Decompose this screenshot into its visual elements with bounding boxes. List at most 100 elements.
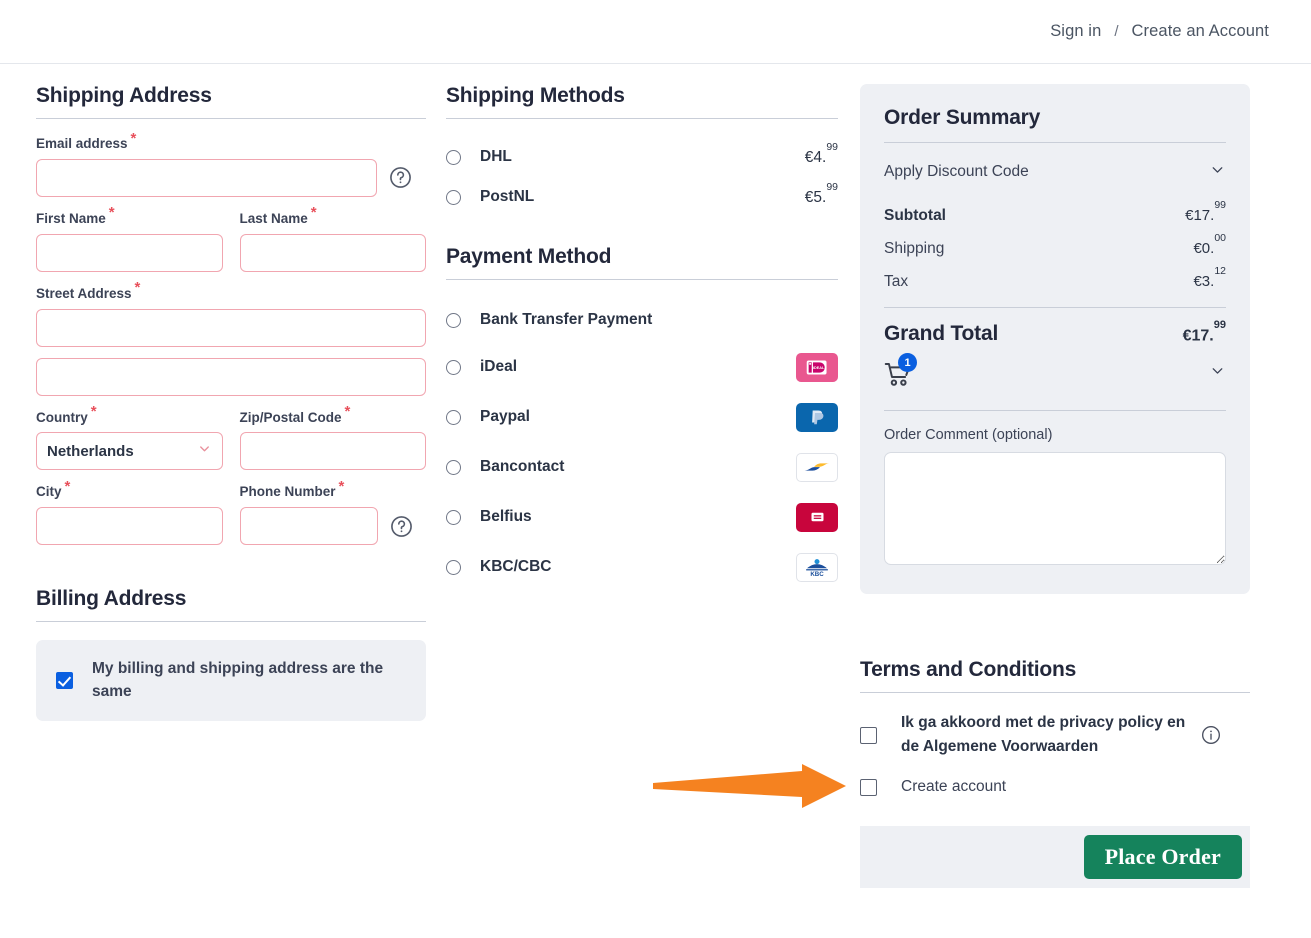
shipping-option-postnl[interactable]: PostNL €5.99 bbox=[446, 177, 838, 217]
email-field-group: Email address* bbox=[36, 137, 426, 197]
country-label: Country* bbox=[36, 411, 223, 426]
order-summary-column: Order Summary Apply Discount Code Subtot… bbox=[860, 84, 1250, 594]
last-name-input[interactable] bbox=[240, 234, 427, 272]
shipping-label: Shipping bbox=[884, 240, 944, 258]
grand-total-row: Grand Total €17.99 bbox=[884, 322, 1226, 346]
payment-option-bank-transfer-radio[interactable] bbox=[446, 313, 461, 328]
dhl-price-cents: 99 bbox=[826, 141, 838, 153]
city-input[interactable] bbox=[36, 507, 223, 545]
shipping-option-dhl[interactable]: DHL €4.99 bbox=[446, 137, 838, 177]
payment-option-ideal-radio[interactable] bbox=[446, 360, 461, 375]
last-name-required-star: * bbox=[311, 204, 317, 221]
phone-label: Phone Number* bbox=[240, 485, 427, 500]
country-zip-row: Country* Netherlands Zip/Postal Code* bbox=[36, 411, 426, 471]
email-help-question-circle-icon[interactable] bbox=[389, 166, 412, 189]
bancontact-logo-icon bbox=[796, 453, 838, 482]
billing-same-label: My billing and shipping address are the … bbox=[92, 657, 397, 704]
cart-chevron-down-icon[interactable] bbox=[1209, 362, 1226, 384]
zip-label: Zip/Postal Code* bbox=[240, 411, 427, 426]
apply-discount-chevron-down-icon[interactable] bbox=[1209, 161, 1226, 183]
street-address-label: Street Address* bbox=[36, 287, 426, 302]
first-name-required-star: * bbox=[109, 204, 115, 221]
grand-total-amount: €17.99 bbox=[1183, 325, 1226, 345]
dhl-price-main: €4. bbox=[805, 149, 827, 166]
subtotal-label: Subtotal bbox=[884, 207, 946, 225]
tax-label: Tax bbox=[884, 273, 908, 291]
country-select[interactable]: Netherlands bbox=[36, 432, 223, 470]
create-account-row[interactable]: Create account bbox=[860, 778, 1250, 796]
place-order-button[interactable]: Place Order bbox=[1084, 835, 1242, 879]
sign-in-link[interactable]: Sign in bbox=[1050, 22, 1101, 41]
create-account-label: Create account bbox=[901, 778, 1250, 796]
payment-option-paypal-label: Paypal bbox=[480, 408, 796, 426]
first-name-label: First Name* bbox=[36, 212, 223, 227]
apply-discount-code-row[interactable]: Apply Discount Code bbox=[884, 161, 1226, 183]
create-an-account-link[interactable]: Create an Account bbox=[1132, 22, 1269, 41]
payment-option-kbc-cbc[interactable]: KBC/CBC KBC bbox=[446, 542, 838, 592]
payment-option-kbc-cbc-radio[interactable] bbox=[446, 560, 461, 575]
payment-option-bank-transfer[interactable]: Bank Transfer Payment bbox=[446, 298, 838, 342]
first-name-field-group: First Name* bbox=[36, 212, 223, 272]
payment-option-ideal[interactable]: iDeal iDEAL bbox=[446, 342, 838, 392]
grand-total-label: Grand Total bbox=[884, 322, 998, 346]
tax-amount: €3.12 bbox=[1193, 271, 1226, 290]
grand-total-amount-cents: 99 bbox=[1214, 319, 1226, 331]
paypal-logo-icon bbox=[796, 403, 838, 432]
last-name-label: Last Name* bbox=[240, 212, 427, 227]
phone-field-group: Phone Number* bbox=[240, 485, 427, 545]
email-input[interactable] bbox=[36, 159, 377, 197]
shipping-option-dhl-radio[interactable] bbox=[446, 150, 461, 165]
payment-option-belfius-radio[interactable] bbox=[446, 510, 461, 525]
terms-agree-row[interactable]: Ik ga akkoord met de privacy policy en d… bbox=[860, 711, 1250, 759]
phone-label-text: Phone Number bbox=[240, 484, 336, 499]
cart-items-toggle-row[interactable]: 1 bbox=[884, 354, 1226, 392]
zip-label-text: Zip/Postal Code bbox=[240, 410, 342, 425]
payment-option-paypal[interactable]: Paypal bbox=[446, 392, 838, 442]
email-label-text: Email address bbox=[36, 136, 128, 151]
summary-line-tax: Tax €3.12 bbox=[884, 271, 1226, 291]
shipping-option-postnl-radio[interactable] bbox=[446, 190, 461, 205]
cart-item-count-badge: 1 bbox=[898, 353, 917, 372]
payment-option-bancontact[interactable]: Bancontact bbox=[446, 442, 838, 492]
shipping-address-title: Shipping Address bbox=[36, 84, 426, 118]
apply-discount-code-label: Apply Discount Code bbox=[884, 163, 1029, 181]
billing-same-as-shipping-row[interactable]: My billing and shipping address are the … bbox=[36, 640, 426, 721]
terms-and-conditions-title: Terms and Conditions bbox=[860, 658, 1250, 692]
payment-option-belfius[interactable]: Belfius bbox=[446, 492, 838, 542]
first-name-input[interactable] bbox=[36, 234, 223, 272]
payment-option-bancontact-radio[interactable] bbox=[446, 460, 461, 475]
terms-and-conditions-section: Terms and Conditions Ik ga akkoord met d… bbox=[860, 658, 1250, 796]
shipping-address-divider bbox=[36, 118, 426, 119]
order-comment-textarea[interactable] bbox=[884, 452, 1226, 565]
terms-info-circle-icon[interactable] bbox=[1201, 725, 1221, 745]
postnl-price-cents: 99 bbox=[826, 181, 838, 193]
cart-icon-wrap[interactable]: 1 bbox=[884, 354, 924, 392]
order-summary-panel: Order Summary Apply Discount Code Subtot… bbox=[860, 84, 1250, 594]
terms-agree-checkbox[interactable] bbox=[860, 727, 877, 744]
zip-required-star: * bbox=[345, 403, 351, 420]
billing-same-checkbox[interactable] bbox=[56, 672, 73, 689]
street-address-line2-input[interactable] bbox=[36, 358, 426, 396]
payment-option-bancontact-label: Bancontact bbox=[480, 458, 796, 476]
payment-method-title: Payment Method bbox=[446, 245, 838, 279]
tax-amount-main: €3. bbox=[1193, 273, 1214, 290]
billing-address-section: Billing Address My billing and shipping … bbox=[36, 587, 426, 721]
phone-help-question-circle-icon[interactable] bbox=[390, 515, 413, 538]
phone-input[interactable] bbox=[240, 507, 378, 545]
zip-input[interactable] bbox=[240, 432, 427, 470]
place-order-bar: Place Order bbox=[860, 826, 1250, 888]
create-account-checkbox[interactable] bbox=[860, 779, 877, 796]
shipping-option-postnl-price: €5.99 bbox=[805, 187, 838, 207]
shipping-methods-title: Shipping Methods bbox=[446, 84, 838, 118]
order-summary-title: Order Summary bbox=[884, 106, 1226, 130]
payment-method-divider bbox=[446, 279, 838, 280]
subtotal-amount-main: €17. bbox=[1185, 207, 1214, 224]
street-address-line1-input[interactable] bbox=[36, 309, 426, 347]
topbar-separator: / bbox=[1114, 23, 1118, 40]
grand-total-amount-main: €17. bbox=[1183, 327, 1214, 344]
payment-option-paypal-radio[interactable] bbox=[446, 410, 461, 425]
city-label-text: City bbox=[36, 484, 62, 499]
terms-agree-label: Ik ga akkoord met de privacy policy en d… bbox=[901, 711, 1201, 759]
last-name-field-group: Last Name* bbox=[240, 212, 427, 272]
shipping-option-dhl-label: DHL bbox=[480, 148, 805, 166]
